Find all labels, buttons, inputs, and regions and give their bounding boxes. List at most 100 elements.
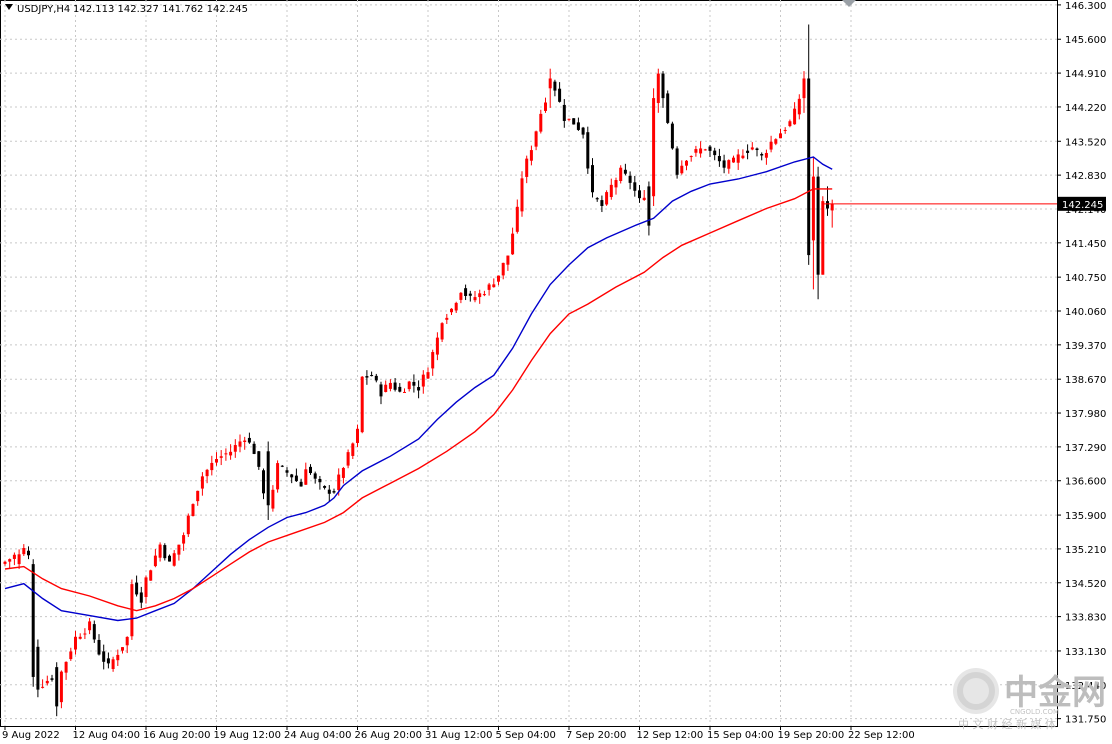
x-tick-label: 16 Aug 20:00 [143,730,210,741]
candle-body [464,288,468,296]
candle [149,569,153,581]
candle-body [379,384,383,397]
candle-body [88,621,92,631]
candle-body [468,293,472,296]
candle-body [351,443,355,456]
candle-body [172,553,176,566]
candle-body [177,544,181,555]
candle-body [144,577,148,598]
candle-body [116,654,120,661]
candle-body [149,570,153,581]
candle [675,146,679,179]
candle-body [544,102,547,111]
candle-body [135,582,139,595]
candle-body [374,375,378,381]
candle-body [821,201,825,275]
candle-body [290,474,294,478]
candle-body [553,81,557,91]
candle-body [482,294,486,296]
y-tick-label: 134.520 [1065,579,1106,590]
candle-body [50,678,54,680]
candle-body [779,133,782,139]
candle-body [17,554,21,565]
candle-body [398,386,402,392]
candle-body [699,148,703,154]
candle-body [830,203,834,211]
candle-body [520,178,524,212]
candle [31,559,35,687]
candle-body [360,376,364,433]
candle-body [642,197,646,200]
y-tick-label: 145.600 [1065,35,1106,46]
candle-body [614,180,618,188]
candle-body [299,481,303,487]
candle-body [807,78,811,256]
candle-body [595,198,599,200]
candle-body [341,467,345,478]
candle-body [59,671,63,703]
candle-body [802,78,806,99]
candle-body [609,184,613,198]
candle-body [262,470,265,494]
candle-body [736,154,740,163]
candle-body [732,157,735,163]
y-tick-label: 140.750 [1065,273,1106,284]
candle-body [558,88,562,102]
y-tick-label: 131.750 [1065,715,1106,726]
y-tick-label: 144.220 [1065,103,1106,114]
candle-body [661,73,665,99]
y-tick-label: 146.300 [1065,1,1106,12]
candle-body [92,624,96,640]
price-chart[interactable]: 9 Aug 2022 12 Aug 04:00 16 Aug 20:00 19 Aug… [0,0,1112,744]
candle-body [793,108,797,125]
candle-body [633,182,637,191]
candle-body [417,387,421,391]
candle-body [562,104,566,121]
ohlc-values: 142.113 142.327 141.762 142.245 [73,4,248,15]
y-tick-label: 140.060 [1065,307,1106,318]
candle [36,639,40,698]
x-tick-label: 24 Aug 04:00 [284,730,351,741]
candle [605,190,609,206]
candle-body [426,372,430,379]
y-tick-label: 136.600 [1065,477,1106,488]
candle [586,126,590,174]
candle-body [247,437,251,443]
candle-body [309,466,312,474]
candle-body [717,155,721,162]
candle-body [243,440,247,443]
x-tick-label: 9 Aug 2022 [2,730,60,741]
candle [360,376,364,434]
candle-body [638,190,641,199]
candle-body [313,473,317,479]
candle-body [816,176,820,275]
candle-body [102,651,106,662]
candle-body [529,150,533,161]
candle-body [370,375,374,377]
candle-body [473,297,477,301]
candle-body [506,255,510,265]
candle [666,90,670,125]
y-tick-label: 133.830 [1065,613,1106,624]
candle-body [22,548,26,555]
candle [619,165,623,184]
x-tick-label: 5 Sep 04:00 [496,730,556,741]
candle-body [746,150,750,153]
candle-body [619,167,623,182]
candle-body [605,192,609,205]
candle [276,460,280,493]
x-tick-label: 15 Sep 04:00 [707,730,774,741]
current-price-label: 142.245 [1062,200,1103,211]
candle-body [769,141,773,150]
candle [652,88,656,207]
candle-body [45,680,49,684]
candle-body [280,465,284,467]
candle-body [694,149,698,153]
candle-body [445,317,449,320]
candle-body [628,175,632,183]
candle-body [191,504,195,517]
candle-body [826,201,829,209]
watermark-tagline: 中 文 财 经 新 媒 体 [958,717,1056,731]
candle-body [675,148,679,175]
candle-body [294,475,298,482]
